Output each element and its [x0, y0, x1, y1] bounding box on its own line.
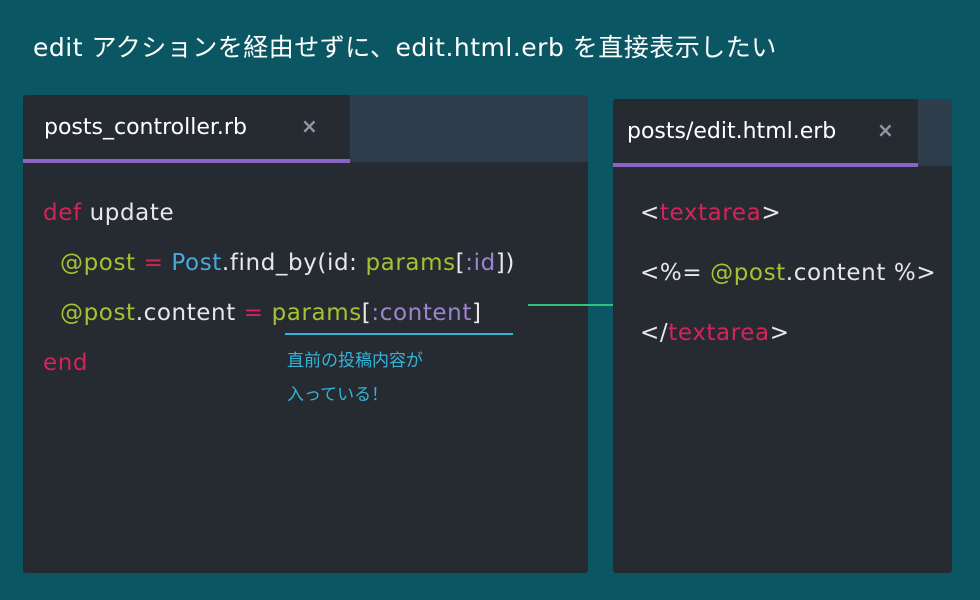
tag-lt: </ — [640, 320, 669, 346]
bracket-close: ] — [471, 300, 482, 326]
symbol-content: :content — [371, 300, 472, 326]
params-ref: params — [365, 250, 456, 276]
content-attr: .content — [135, 300, 236, 326]
code-line-find-by: @post = Post.find_by(id: params[:id]) — [60, 250, 515, 276]
tab-edit-html-erb[interactable]: posts/edit.html.erb × — [613, 99, 918, 167]
method-name: update — [81, 200, 175, 226]
tab-label: posts_controller.rb — [44, 114, 247, 140]
tab-bar: posts/edit.html.erb × — [613, 99, 952, 167]
note-line-1: 直前の投稿内容が — [287, 351, 423, 371]
tag-gt: > — [761, 200, 782, 226]
erb-open: <%= — [640, 260, 711, 286]
params-ref: params — [271, 300, 362, 326]
code-line-def: def update — [43, 200, 174, 226]
tab-bar: posts_controller.rb × — [23, 95, 588, 163]
keyword-end: end — [43, 350, 89, 376]
erb-line-textarea-close: </textarea> — [640, 320, 790, 346]
ivar-post: @post — [60, 300, 136, 326]
close-icon[interactable]: × — [301, 114, 318, 138]
tag-name-textarea: textarea — [668, 320, 770, 346]
assign-op: = — [235, 300, 272, 326]
bracket-close: ]) — [495, 250, 515, 276]
find-by-call: .find_by(id: — [221, 250, 366, 276]
tag-lt: < — [640, 200, 660, 226]
ivar-post: @post — [60, 250, 136, 276]
code-line-end: end — [43, 350, 88, 376]
tag-name-textarea: textarea — [659, 200, 762, 226]
ivar-post: @post — [710, 260, 786, 286]
erb-line-content: <%= @post.content %> — [640, 260, 936, 286]
tag-gt: > — [769, 320, 790, 346]
bracket-open: [ — [361, 300, 372, 326]
tab-posts-controller[interactable]: posts_controller.rb × — [23, 95, 350, 163]
page-title: edit アクションを経由せずに、edit.html.erb を直接表示したい — [33, 33, 777, 62]
assign-op: = — [135, 250, 172, 276]
class-post: Post — [171, 250, 222, 276]
close-icon[interactable]: × — [877, 118, 894, 142]
params-underline — [285, 333, 513, 335]
bracket-open: [ — [455, 250, 466, 276]
erb-line-textarea-open: <textarea> — [640, 200, 781, 226]
code-line-content: @post.content = params[:content] — [60, 300, 482, 326]
keyword-def: def — [43, 200, 82, 226]
erb-content-close: .content %> — [785, 260, 937, 286]
tab-label: posts/edit.html.erb — [627, 118, 837, 144]
note-line-2: 入っている！ — [287, 385, 389, 405]
symbol-id: :id — [465, 250, 496, 276]
